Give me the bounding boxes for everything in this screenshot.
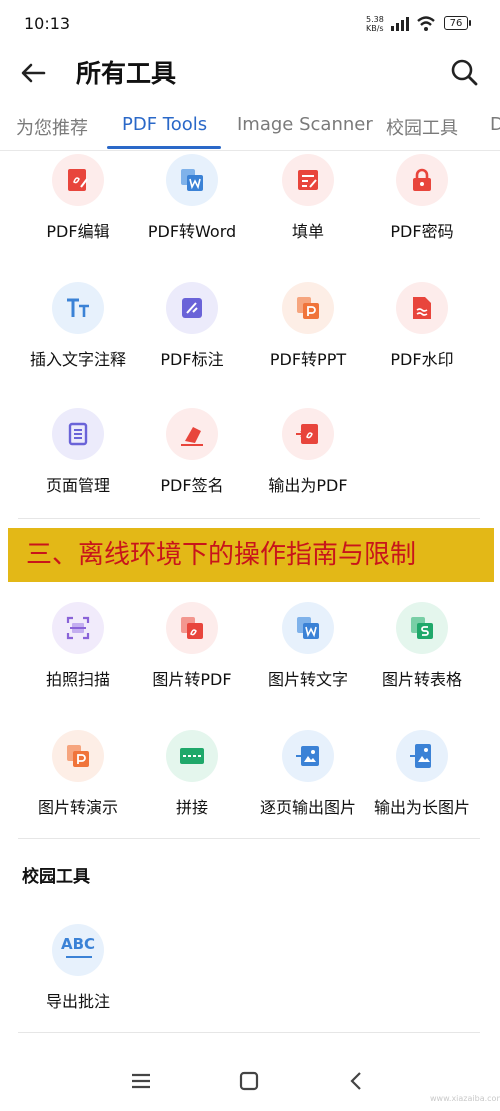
image-to-text-icon [282,602,334,654]
tool-label: PDF编辑 [46,222,110,241]
photo-scan-icon [52,602,104,654]
export-comments-icon: ABC [52,924,104,976]
image-to-slides-icon [52,730,104,782]
home-icon[interactable] [236,1068,262,1094]
tool-text-annotation[interactable]: 插入文字注释 [20,282,136,382]
tool-label: 插入文字注释 [29,350,126,369]
image-to-pdf-icon [166,602,218,654]
back-icon[interactable] [344,1068,370,1094]
tab-recommended[interactable]: 为您推荐 [16,114,88,140]
pdf-edit-icon [52,154,104,206]
pdf-password-icon [396,154,448,206]
tool-image-to-slides[interactable]: 图片转演示 [20,730,136,830]
tool-label: 填单 [291,222,324,241]
tool-label: 输出为长图片 [373,798,470,817]
tab-image-scanner[interactable]: Image Scanner [237,114,373,135]
tool-label: PDF签名 [160,476,224,495]
signal-icon [391,17,409,31]
overlay-banner: 三、离线环境下的操作指南与限制 [8,528,494,582]
tool-pdf-to-word[interactable]: PDF转Word [134,154,250,254]
divider [18,1032,480,1033]
tool-label: PDF标注 [160,350,224,369]
underline [66,956,92,958]
fill-form-icon [282,154,334,206]
tool-stitch[interactable]: 拼接 [134,730,250,830]
tool-label: PDF密码 [390,222,454,241]
abc-text: ABC [60,935,96,953]
tool-page-manage[interactable]: 页面管理 [20,408,136,508]
pdf-markup-icon [166,282,218,334]
tool-label: 拍照扫描 [45,670,110,689]
stitch-icon [166,730,218,782]
back-arrow-icon[interactable] [18,58,48,88]
page-manage-icon [52,408,104,460]
pdf-tools-row: 页面管理 PDF签名 输出为PDF [0,408,500,508]
tool-label: 逐页输出图片 [259,798,356,817]
tool-pdf-markup[interactable]: PDF标注 [134,282,250,382]
wifi-icon [417,16,435,31]
search-icon[interactable] [448,56,480,88]
tab-active-indicator [107,146,221,149]
export-pdf-icon [282,408,334,460]
tool-export-pdf[interactable]: 输出为PDF [250,408,366,508]
tool-pdf-watermark[interactable]: PDF水印 [364,282,480,382]
image-tools-row: 拍照扫描 图片转PDF 图片转文字 图片转表格 [0,602,500,702]
text-annotation-icon [52,282,104,334]
pdf-to-word-icon [166,154,218,206]
tool-pdf-signature[interactable]: PDF签名 [134,408,250,508]
tab-campus-tools[interactable]: 校园工具 [386,114,458,140]
campus-tools-row: ABC 导出批注 [0,924,500,1024]
battery-icon: 76 [444,16,471,30]
tab-more[interactable]: D [490,114,500,135]
tool-image-to-sheet[interactable]: 图片转表格 [364,602,480,702]
page-title: 所有工具 [76,59,177,88]
tool-photo-scan[interactable]: 拍照扫描 [20,602,136,702]
tool-export-pages-image[interactable]: 逐页输出图片 [250,730,366,830]
export-pages-image-icon [282,730,334,782]
pdf-tools-row: PDF编辑 PDF转Word 填单 PDF密码 [0,154,500,254]
tool-label: PDF水印 [390,350,454,369]
tool-label: 页面管理 [45,476,110,495]
campus-section-title: 校园工具 [22,867,90,887]
tool-label: 图片转表格 [381,670,462,689]
watermark: www.xiazaiba.com [430,1094,500,1103]
tool-fill-form[interactable]: 填单 [250,154,366,254]
tool-pdf-password[interactable]: PDF密码 [364,154,480,254]
pdf-signature-icon [166,408,218,460]
divider [18,838,480,839]
tab-pdf-tools[interactable]: PDF Tools [122,114,207,135]
tab-bar: 为您推荐 PDF Tools Image Scanner 校园工具 D [0,104,500,151]
network-speed: 5.38 KB/s [366,15,384,33]
pdf-to-ppt-icon [282,282,334,334]
tool-label: 图片转演示 [37,798,118,817]
pdf-tools-row: 插入文字注释 PDF标注 PDF转PPT PDF水印 [0,282,500,382]
tool-image-to-text[interactable]: 图片转文字 [250,602,366,702]
tool-label: PDF转PPT [269,350,347,369]
pdf-watermark-icon [396,282,448,334]
tool-image-to-pdf[interactable]: 图片转PDF [134,602,250,702]
tool-label: 图片转文字 [267,670,348,689]
export-long-image-icon [396,730,448,782]
status-bar: 10:13 5.38 KB/s 76 [0,0,500,48]
image-tools-row: 图片转演示 拼接 逐页输出图片 输出为长图片 [0,730,500,830]
status-time: 10:13 [24,14,71,33]
tool-label: 导出批注 [45,992,110,1011]
tool-label: 图片转PDF [152,670,232,689]
tool-export-comments[interactable]: ABC 导出批注 [20,924,136,1024]
tool-pdf-to-ppt[interactable]: PDF转PPT [250,282,366,382]
header: 所有工具 [0,48,500,98]
menu-icon[interactable] [128,1068,154,1094]
tool-export-long-image[interactable]: 输出为长图片 [364,730,480,830]
image-to-sheet-icon [396,602,448,654]
tool-label: 输出为PDF [268,476,348,495]
tool-pdf-edit[interactable]: PDF编辑 [20,154,136,254]
system-nav-bar [0,1050,500,1111]
tool-label: PDF转Word [147,222,237,241]
tool-label: 拼接 [175,798,208,817]
divider [18,518,480,519]
